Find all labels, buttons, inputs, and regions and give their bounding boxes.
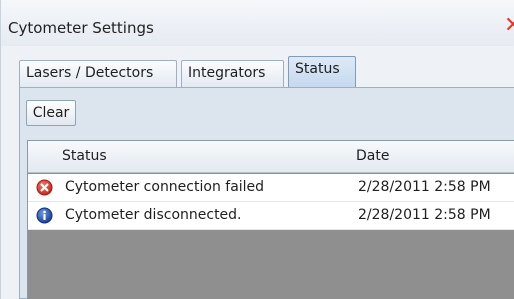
tab-label: Lasers / Detectors — [26, 65, 154, 81]
tab-bar: Lasers / Detectors Integrators Status — [1, 48, 514, 88]
tab-label: Status — [295, 61, 340, 77]
status-grid[interactable]: Status Date Cytometer connection failed … — [27, 140, 514, 299]
grid-header: Status Date — [28, 141, 514, 173]
status-cell: Cytometer disconnected. — [65, 207, 242, 223]
status-cell: Cytometer connection failed — [65, 179, 265, 195]
date-cell: 2/28/2011 2:58 PM — [358, 207, 491, 223]
table-row[interactable]: Cytometer connection failed 2/28/2011 2:… — [28, 174, 514, 202]
column-header-status[interactable]: Status — [62, 148, 107, 164]
error-icon — [36, 179, 53, 196]
tab-lasers-detectors[interactable]: Lasers / Detectors — [19, 60, 177, 88]
table-row[interactable]: Cytometer disconnected. 2/28/2011 2:58 P… — [28, 202, 514, 230]
tab-label: Integrators — [188, 65, 266, 81]
date-cell: 2/28/2011 2:58 PM — [358, 179, 491, 195]
status-panel: Clear Status Date Cytometer connection f… — [19, 87, 514, 299]
clear-button-label: Clear — [32, 105, 70, 121]
column-header-date[interactable]: Date — [356, 148, 389, 164]
tab-status[interactable]: Status — [288, 56, 356, 88]
window-title: Cytometer Settings — [8, 19, 154, 37]
title-bar: Cytometer Settings ✕ — [1, 0, 514, 46]
info-icon — [36, 207, 53, 224]
tab-integrators[interactable]: Integrators — [181, 60, 284, 88]
cytometer-settings-window: Cytometer Settings ✕ Lasers / Detectors … — [0, 0, 514, 299]
close-icon[interactable]: ✕ — [504, 15, 514, 37]
clear-button[interactable]: Clear — [26, 100, 76, 126]
